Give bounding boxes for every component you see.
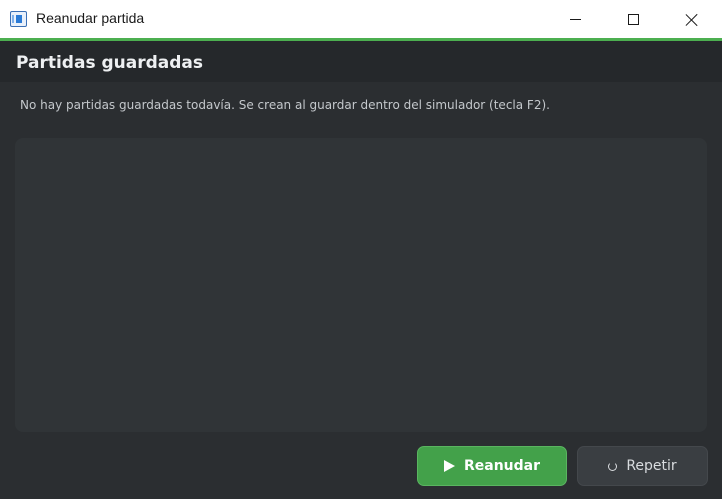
resume-button-label: Reanudar <box>463 458 541 474</box>
resume-button[interactable]: Reanudar <box>417 446 567 486</box>
refresh-icon <box>608 461 618 471</box>
page-header: Partidas guardadas <box>0 41 722 82</box>
empty-state-message: No hay partidas guardadas todavía. Se cr… <box>20 98 550 112</box>
repeat-button-label: Repetir <box>626 458 677 474</box>
maximize-button[interactable] <box>604 0 662 38</box>
close-icon <box>685 13 698 26</box>
resume-game-window: Reanudar partida Partidas guardadas No h… <box>0 0 722 499</box>
minimize-icon <box>569 18 581 20</box>
title-bar[interactable]: Reanudar partida <box>0 0 722 38</box>
saved-games-list[interactable] <box>15 138 707 432</box>
play-icon <box>443 460 455 472</box>
close-button[interactable] <box>662 0 720 38</box>
window-title: Reanudar partida <box>36 10 145 26</box>
page-title: Partidas guardadas <box>16 53 204 73</box>
app-icon <box>10 11 27 27</box>
repeat-button[interactable]: Repetir <box>577 446 708 486</box>
maximize-icon <box>627 13 639 25</box>
minimize-button[interactable] <box>546 0 604 38</box>
